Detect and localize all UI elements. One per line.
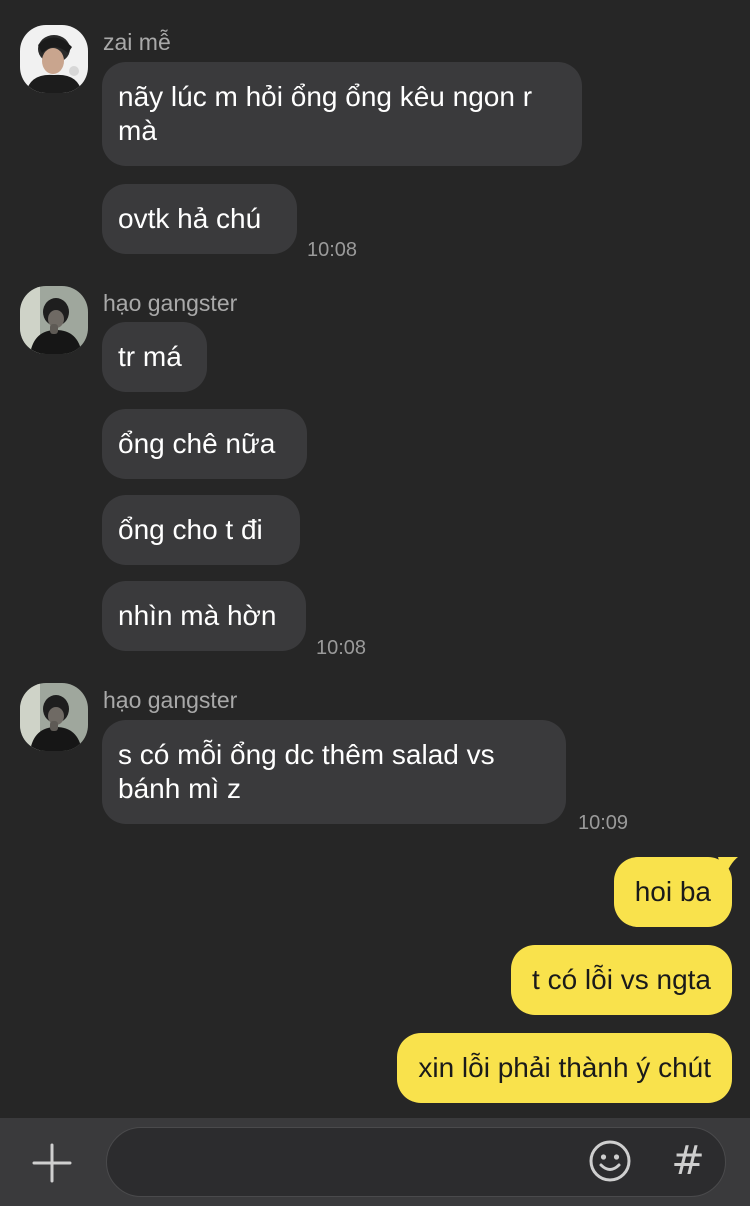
- outgoing-message-bubble[interactable]: hoi ba: [613, 857, 732, 927]
- avatar-photo-icon: [20, 683, 88, 751]
- outgoing-message-bubble[interactable]: t có lỗi vs ngta: [511, 945, 732, 1015]
- avatar[interactable]: [20, 286, 88, 354]
- emoji-icon[interactable]: [588, 1139, 632, 1183]
- hashtag-icon[interactable]: #: [668, 1138, 708, 1184]
- message-bubble[interactable]: nhìn mà hờn: [102, 581, 306, 651]
- composer-bar: [0, 1118, 750, 1206]
- message-bubble[interactable]: s có mỗi ổng dc thêm salad vs bánh mì z: [102, 720, 566, 824]
- message-input[interactable]: [106, 1127, 726, 1197]
- message-bubble[interactable]: ổng chê nữa: [102, 409, 307, 479]
- message-bubble[interactable]: ổng cho t đi: [102, 495, 300, 565]
- sender-name: zai mễ: [103, 29, 171, 55]
- avatar-photo-icon: [20, 25, 88, 93]
- plus-icon[interactable]: [31, 1142, 73, 1184]
- message-bubble[interactable]: nãy lúc m hỏi ổng ổng kêu ngon r mà: [102, 62, 582, 166]
- message-bubble[interactable]: tr má: [102, 322, 207, 392]
- outgoing-message-bubble[interactable]: xin lỗi phải thành ý chút: [397, 1033, 732, 1103]
- message-time: 10:08: [316, 637, 367, 659]
- sender-name: hạo gangster: [103, 290, 238, 316]
- avatar-photo-icon: [20, 286, 88, 354]
- sender-name: hạo gangster: [103, 687, 238, 713]
- message-bubble[interactable]: ovtk hả chú: [102, 184, 297, 254]
- message-time: 10:08: [307, 239, 358, 261]
- message-time: 10:09: [578, 812, 629, 834]
- chat-area: zai mễ nãy lúc m hỏi ổng ổng kêu ngon r …: [0, 0, 750, 1118]
- avatar[interactable]: [20, 25, 88, 93]
- avatar[interactable]: [20, 683, 88, 751]
